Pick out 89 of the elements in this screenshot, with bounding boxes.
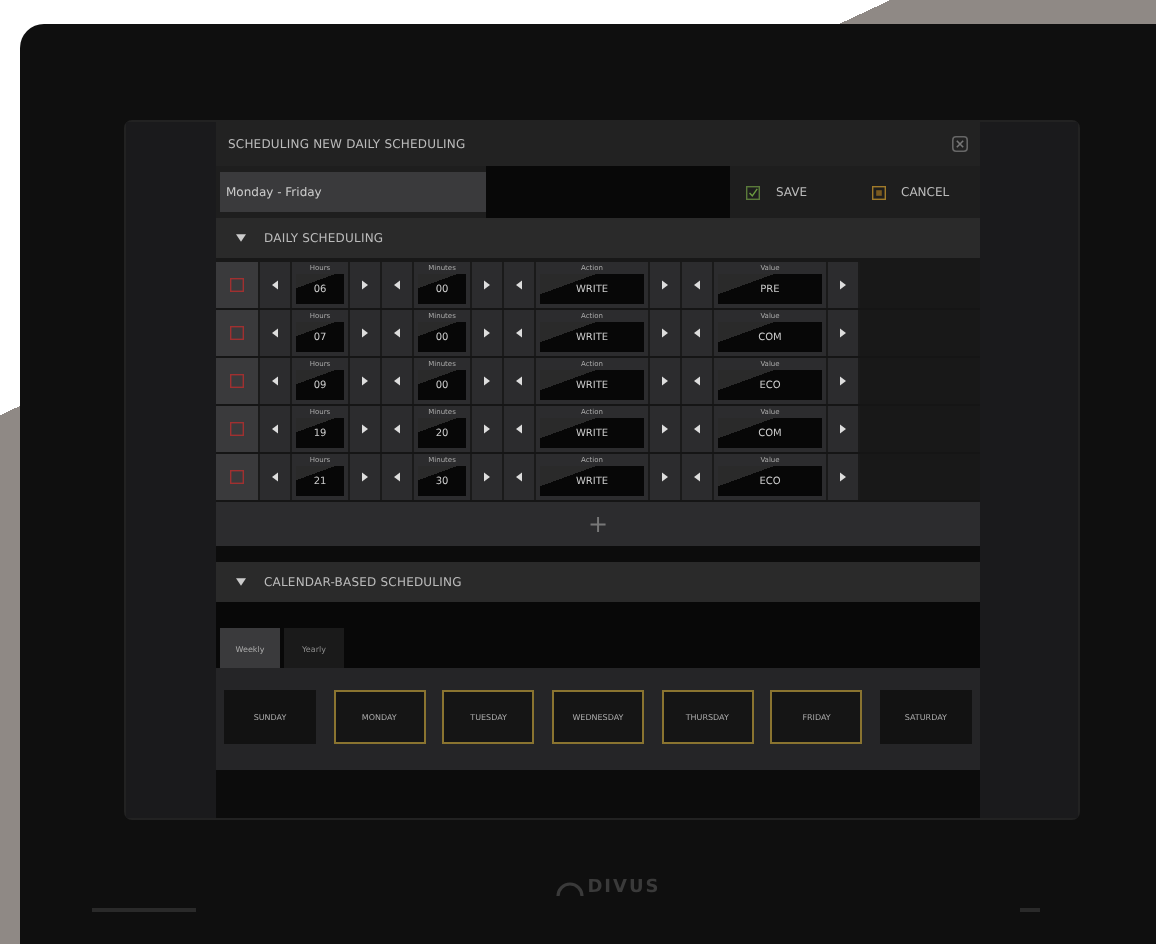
arc-logo-icon bbox=[555, 881, 584, 895]
right-arrow-icon bbox=[484, 376, 490, 386]
decrement-button[interactable] bbox=[260, 406, 292, 452]
left-arrow-icon bbox=[394, 280, 400, 290]
right-arrow-icon bbox=[362, 472, 368, 482]
right-arrow-icon bbox=[662, 328, 668, 338]
left-arrow-icon bbox=[272, 376, 278, 386]
decrement-button[interactable] bbox=[260, 454, 292, 500]
decrement-button[interactable] bbox=[504, 262, 536, 308]
increment-button[interactable] bbox=[350, 358, 382, 404]
decrement-button[interactable] bbox=[260, 310, 292, 356]
decrement-button[interactable] bbox=[682, 262, 714, 308]
delete-button[interactable] bbox=[216, 406, 260, 452]
right-arrow-icon bbox=[362, 376, 368, 386]
square-icon bbox=[871, 185, 885, 199]
decrement-button[interactable] bbox=[682, 406, 714, 452]
left-arrow-icon bbox=[272, 280, 278, 290]
delete-button[interactable] bbox=[216, 358, 260, 404]
left-arrow-icon bbox=[694, 376, 700, 386]
increment-button[interactable] bbox=[650, 310, 682, 356]
decrement-button[interactable] bbox=[260, 358, 292, 404]
right-arrow-icon bbox=[840, 328, 846, 338]
right-arrow-icon bbox=[840, 424, 846, 434]
increment-button[interactable] bbox=[350, 454, 382, 500]
decrement-button[interactable] bbox=[504, 358, 536, 404]
increment-button[interactable] bbox=[350, 310, 382, 356]
left-arrow-icon bbox=[272, 472, 278, 482]
right-arrow-icon bbox=[484, 472, 490, 482]
increment-button[interactable] bbox=[828, 358, 860, 404]
right-arrow-icon bbox=[840, 472, 846, 482]
left-arrow-icon bbox=[694, 280, 700, 290]
increment-button[interactable] bbox=[472, 406, 504, 452]
left-arrow-icon bbox=[272, 328, 278, 338]
increment-button[interactable] bbox=[472, 454, 504, 500]
checkbox-icon bbox=[746, 185, 760, 199]
close-icon[interactable] bbox=[952, 136, 968, 152]
delete-button[interactable] bbox=[216, 310, 260, 356]
right-arrow-icon bbox=[662, 376, 668, 386]
decrement-button[interactable] bbox=[504, 310, 536, 356]
increment-button[interactable] bbox=[828, 262, 860, 308]
left-arrow-icon bbox=[694, 424, 700, 434]
decrement-button[interactable] bbox=[504, 406, 536, 452]
increment-button[interactable] bbox=[650, 406, 682, 452]
increment-button[interactable] bbox=[472, 358, 504, 404]
right-arrow-icon bbox=[362, 328, 368, 338]
left-arrow-icon bbox=[394, 328, 400, 338]
left-arrow-icon bbox=[516, 280, 522, 290]
decrement-button[interactable] bbox=[682, 454, 714, 500]
increment-button[interactable] bbox=[350, 406, 382, 452]
left-arrow-icon bbox=[694, 472, 700, 482]
right-arrow-icon bbox=[662, 424, 668, 434]
right-arrow-icon bbox=[362, 424, 368, 434]
decrement-button[interactable] bbox=[260, 262, 292, 308]
right-arrow-icon bbox=[484, 424, 490, 434]
delete-button[interactable] bbox=[216, 262, 260, 308]
right-arrow-icon bbox=[662, 280, 668, 290]
right-arrow-icon bbox=[662, 472, 668, 482]
right-arrow-icon bbox=[840, 376, 846, 386]
decrement-button[interactable] bbox=[382, 310, 414, 356]
decrement-button[interactable] bbox=[382, 454, 414, 500]
increment-button[interactable] bbox=[650, 454, 682, 500]
increment-button[interactable] bbox=[350, 262, 382, 308]
increment-button[interactable] bbox=[650, 262, 682, 308]
increment-button[interactable] bbox=[828, 454, 860, 500]
left-arrow-icon bbox=[516, 472, 522, 482]
increment-button[interactable] bbox=[472, 310, 504, 356]
decrement-button[interactable] bbox=[382, 262, 414, 308]
left-arrow-icon bbox=[272, 424, 278, 434]
left-arrow-icon bbox=[516, 328, 522, 338]
right-arrow-icon bbox=[484, 280, 490, 290]
left-arrow-icon bbox=[516, 424, 522, 434]
left-arrow-icon bbox=[394, 376, 400, 386]
increment-button[interactable] bbox=[472, 262, 504, 308]
left-arrow-icon bbox=[394, 424, 400, 434]
decrement-button[interactable] bbox=[382, 358, 414, 404]
right-arrow-icon bbox=[840, 280, 846, 290]
decrement-button[interactable] bbox=[682, 358, 714, 404]
left-arrow-icon bbox=[516, 376, 522, 386]
right-arrow-icon bbox=[484, 328, 490, 338]
delete-button[interactable] bbox=[216, 454, 260, 500]
increment-button[interactable] bbox=[828, 310, 860, 356]
left-arrow-icon bbox=[694, 328, 700, 338]
decrement-button[interactable] bbox=[382, 406, 414, 452]
decrement-button[interactable] bbox=[504, 454, 536, 500]
decrement-button[interactable] bbox=[682, 310, 714, 356]
right-arrow-icon bbox=[362, 280, 368, 290]
left-arrow-icon bbox=[394, 472, 400, 482]
increment-button[interactable] bbox=[828, 406, 860, 452]
increment-button[interactable] bbox=[650, 358, 682, 404]
